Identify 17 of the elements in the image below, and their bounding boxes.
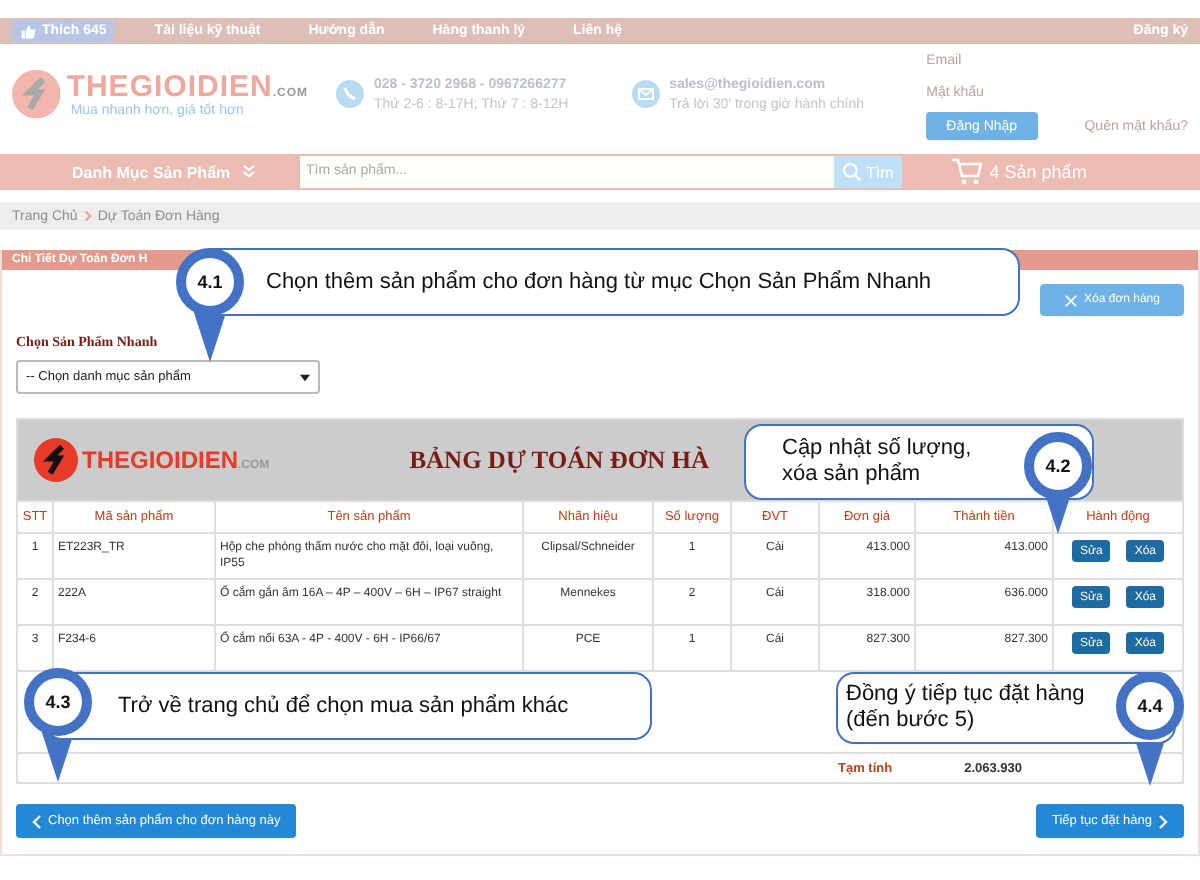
cart-link[interactable]: 4 Sản phẩm	[949, 158, 1087, 186]
close-icon	[1064, 293, 1079, 307]
chevron-icon	[83, 210, 92, 222]
phone-icon	[336, 80, 364, 108]
caret-icon	[300, 373, 310, 381]
thumbs-up-icon	[20, 23, 36, 39]
logo-icon	[12, 64, 61, 124]
search-icon	[842, 162, 862, 182]
category-menu[interactable]: Danh Mục Sản Phẩm	[0, 163, 300, 181]
table-title: BẢNG DỰ TOÁN ĐƠN HÀ	[409, 445, 709, 475]
double-chevron-icon	[242, 163, 257, 177]
logo-icon	[34, 438, 78, 482]
search-button[interactable]: Tìm	[834, 156, 902, 188]
cart-icon	[949, 158, 982, 186]
chevron-left-icon	[32, 813, 42, 829]
mail-icon	[631, 80, 660, 108]
chevron-right-icon	[1158, 813, 1168, 829]
